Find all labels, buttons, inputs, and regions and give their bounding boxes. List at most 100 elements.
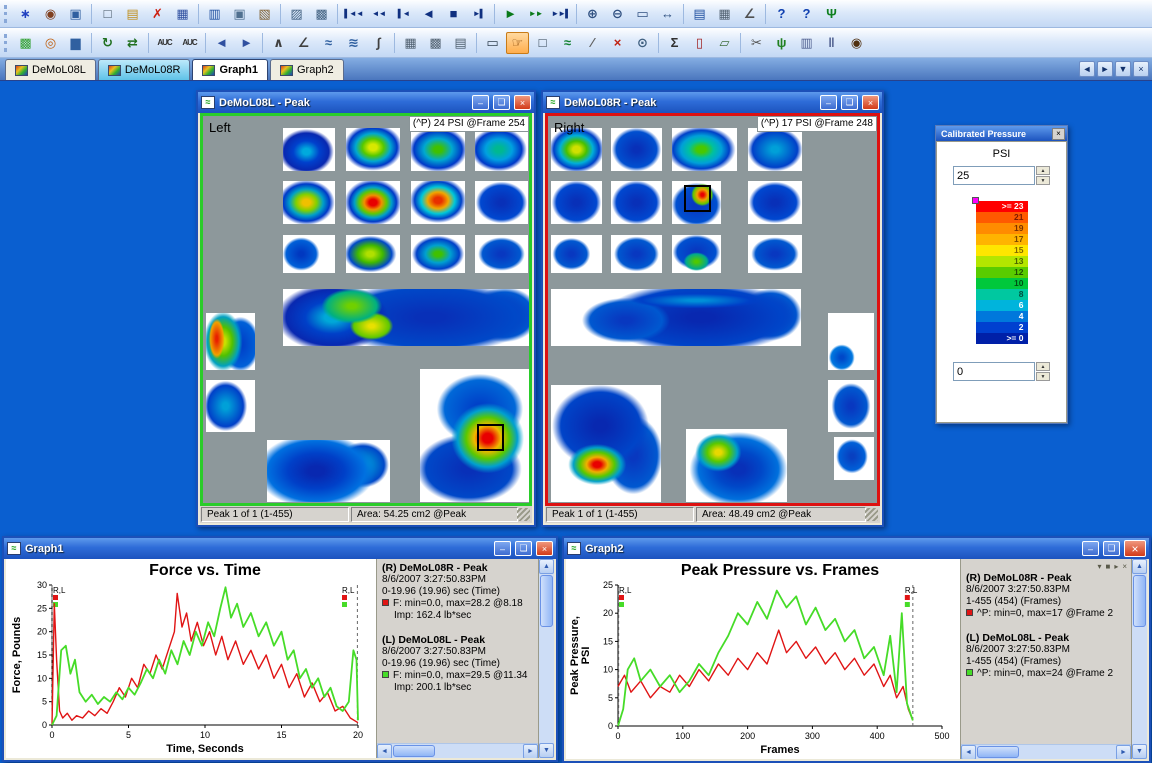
sensor-cell[interactable] [611,181,662,224]
zoom-box-icon[interactable]: □ [531,32,554,54]
reference-book-icon[interactable]: ▤ [688,3,711,25]
tab-list-button[interactable]: ▼ [1115,61,1131,77]
window-titlebar[interactable]: ≈ DeMoL08L - Peak – ❏ × [198,92,534,113]
tab-scroll-left-button[interactable]: ◄ [1079,61,1095,77]
play-icon[interactable]: ► [499,3,522,25]
scrollbar-thumb[interactable] [1133,575,1146,627]
step-back-icon[interactable]: ▌◄ [392,3,415,25]
sensor-cell[interactable] [672,128,737,171]
split-view-icon[interactable]: ‖ [820,32,843,54]
scrollbar-thumb[interactable] [393,745,435,757]
snapshot-icon[interactable]: ▨ [285,3,308,25]
resize-grip[interactable] [517,508,530,521]
legend-play-icon[interactable]: ▸ [1114,562,1118,571]
step-forward-icon[interactable]: ►▌ [467,3,490,25]
pan-arrows-icon[interactable]: ↔ [656,3,679,25]
target-icon[interactable]: ◎ [39,32,62,54]
horizontal-scrollbar[interactable]: ◄ ► [377,743,538,758]
line-graph-icon[interactable]: ≈ [556,32,579,54]
sensor-cell[interactable] [828,313,875,370]
sensor-cell[interactable] [283,128,335,171]
scrollbar-track[interactable] [436,744,523,758]
film-strip-icon[interactable]: ▩ [310,3,333,25]
close-button[interactable]: × [1124,540,1146,557]
minimize-button[interactable]: – [1082,541,1099,556]
close-button[interactable]: × [536,541,553,556]
sensor-cell[interactable] [346,181,400,224]
tab-graph1[interactable]: Graph1 [192,59,268,80]
vertical-scrollbar[interactable]: ▲ ▼ [538,559,554,758]
restore-button[interactable]: ❏ [515,541,532,556]
restore-button[interactable]: ❏ [841,95,858,110]
max-pressure-input[interactable] [953,166,1035,185]
selection-box[interactable] [684,185,711,212]
sensor-cell[interactable] [551,289,801,346]
scrollbar-thumb[interactable] [977,746,1019,758]
sensor-cell[interactable] [346,128,400,171]
grid-view-icon[interactable]: ▦ [399,32,422,54]
pointer-star-icon[interactable]: ∗ [14,3,37,25]
angle-tool-icon[interactable]: ∠ [292,32,315,54]
color-tiles-icon[interactable]: ▩ [14,32,37,54]
scroll-down-button[interactable]: ▼ [1132,744,1147,759]
swap-icon[interactable]: ⇄ [121,32,144,54]
peak-curve-icon[interactable]: ∧ [267,32,290,54]
restore-button[interactable]: ❏ [493,95,510,110]
spin-up-button[interactable]: ▲ [1036,362,1050,371]
sensor-cell[interactable] [551,181,602,224]
new-file-icon[interactable]: □ [96,3,119,25]
sensor-cell[interactable] [206,313,255,370]
pressure-map-right[interactable] [548,116,877,503]
close-button[interactable]: × [514,95,531,110]
open-file-icon[interactable]: ▤ [121,3,144,25]
scrollbar-track[interactable] [539,628,554,743]
spin-down-button[interactable]: ▼ [1036,372,1050,381]
scroll-down-button[interactable]: ▼ [539,743,554,758]
sensor-cell[interactable] [611,128,662,171]
bar-chart-icon[interactable]: ▆ [64,32,87,54]
scroll-right-button[interactable]: ► [523,744,538,758]
sensor-cell[interactable] [551,385,661,502]
go-last-frame-icon[interactable]: ►►▌ [549,3,572,25]
context-help-icon[interactable]: ? [795,3,818,25]
save-file-icon[interactable]: ▦ [171,3,194,25]
columns-icon[interactable]: ▥ [795,32,818,54]
go-first-frame-icon[interactable]: ▌◄◄ [342,3,365,25]
scrollbar-track[interactable] [1020,745,1116,759]
restore-button[interactable]: ❏ [1103,541,1120,556]
sensor-cell[interactable] [346,235,400,273]
zoom-in-icon[interactable]: ⊕ [581,3,604,25]
fast-forward-icon[interactable]: ►► [524,3,547,25]
minimize-button[interactable]: – [494,541,511,556]
spin-down-button[interactable]: ▼ [1036,176,1050,185]
auc-right-button[interactable]: AUC [178,32,201,54]
sensor-cell[interactable] [551,235,602,273]
measure-icon[interactable]: ∕ [581,32,604,54]
toolbar-grip[interactable] [4,34,9,52]
min-pressure-input[interactable] [953,362,1035,381]
play-reverse-icon[interactable]: ◄ [417,3,440,25]
window-titlebar[interactable]: ≈ Graph1 – ❏ × [4,538,556,559]
sensor-cell[interactable] [475,235,528,273]
notebook-icon[interactable]: ▥ [203,3,226,25]
pressure-map-left[interactable] [203,116,529,503]
zoom-out-icon[interactable]: ⊖ [606,3,629,25]
matrix-view-icon[interactable]: ▩ [424,32,447,54]
scrollbar-thumb[interactable] [540,575,553,627]
window-titlebar[interactable]: ≈ Graph2 – ❏ × [564,538,1149,559]
strip-view-icon[interactable]: ▤ [449,32,472,54]
sensor-cell[interactable] [206,380,255,432]
next-region-icon[interactable]: ► [235,32,258,54]
sum-icon[interactable]: Σ [663,32,686,54]
sensor-cell[interactable] [748,235,802,273]
sensor-cell[interactable] [411,235,465,273]
close-button[interactable]: × [862,95,879,110]
toolbar-grip[interactable] [4,5,9,23]
scroll-up-button[interactable]: ▲ [1132,559,1147,574]
calculator-icon[interactable]: ▦ [713,3,736,25]
sensor-cell[interactable] [475,181,528,224]
legend-close-icon[interactable]: × [1122,562,1127,571]
scrollbar-track[interactable] [1132,628,1147,744]
multi-wave-icon[interactable]: ≋ [342,32,365,54]
scissors-icon[interactable]: ✂ [745,32,768,54]
